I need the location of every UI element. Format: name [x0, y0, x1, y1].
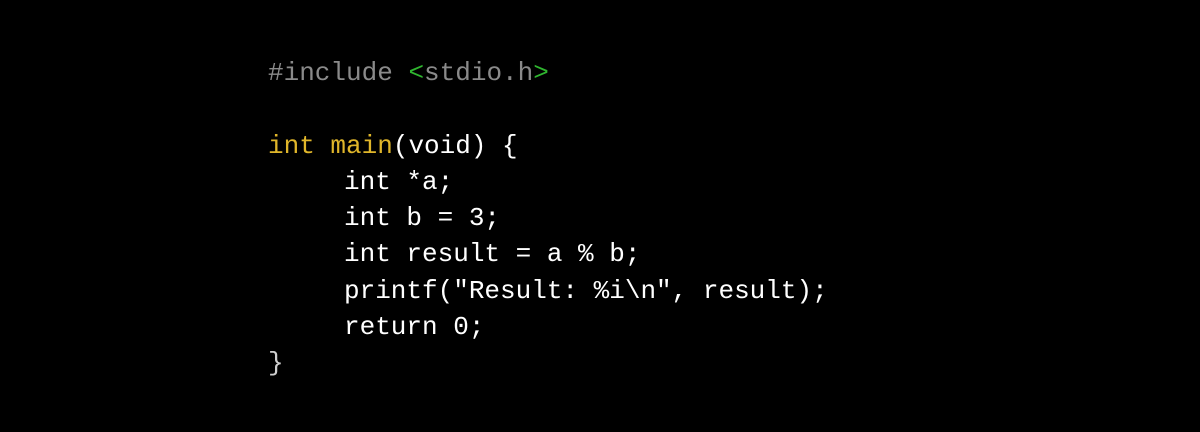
int-b-declaration: int b = 3;: [344, 203, 501, 234]
main-function-name: main: [330, 130, 393, 161]
main-signature-rest: (void) {: [392, 130, 518, 161]
code-block: #include <stdio.h> int main(void) {int *…: [268, 55, 828, 382]
header-bracket-open: <: [408, 58, 425, 88]
pointer-declaration: int *a;: [344, 166, 454, 197]
header-name: stdio.h: [424, 58, 534, 88]
closing-brace: }: [268, 348, 284, 379]
printf-call: printf("Result: %i\n", result);: [344, 275, 828, 306]
code-editor: #include <stdio.h> int main(void) {int *…: [0, 0, 1200, 432]
code-line-3: int main(void) {: [268, 128, 828, 164]
code-line-9: }: [268, 345, 828, 381]
code-line-4: int *a;: [268, 164, 828, 200]
code-line-6: int result = a % b;: [268, 236, 828, 272]
main-return-type: int: [268, 130, 315, 161]
code-line-8: return 0;: [268, 309, 828, 345]
code-line-1: #include <stdio.h>: [268, 55, 828, 91]
result-declaration: int result = a % b;: [344, 239, 641, 270]
code-line-5: int b = 3;: [268, 200, 828, 236]
header-bracket-close: >: [533, 58, 549, 88]
include-directive: #include: [268, 58, 409, 88]
code-line-7: printf("Result: %i\n", result);: [268, 273, 828, 309]
return-statement: return 0;: [344, 312, 485, 343]
